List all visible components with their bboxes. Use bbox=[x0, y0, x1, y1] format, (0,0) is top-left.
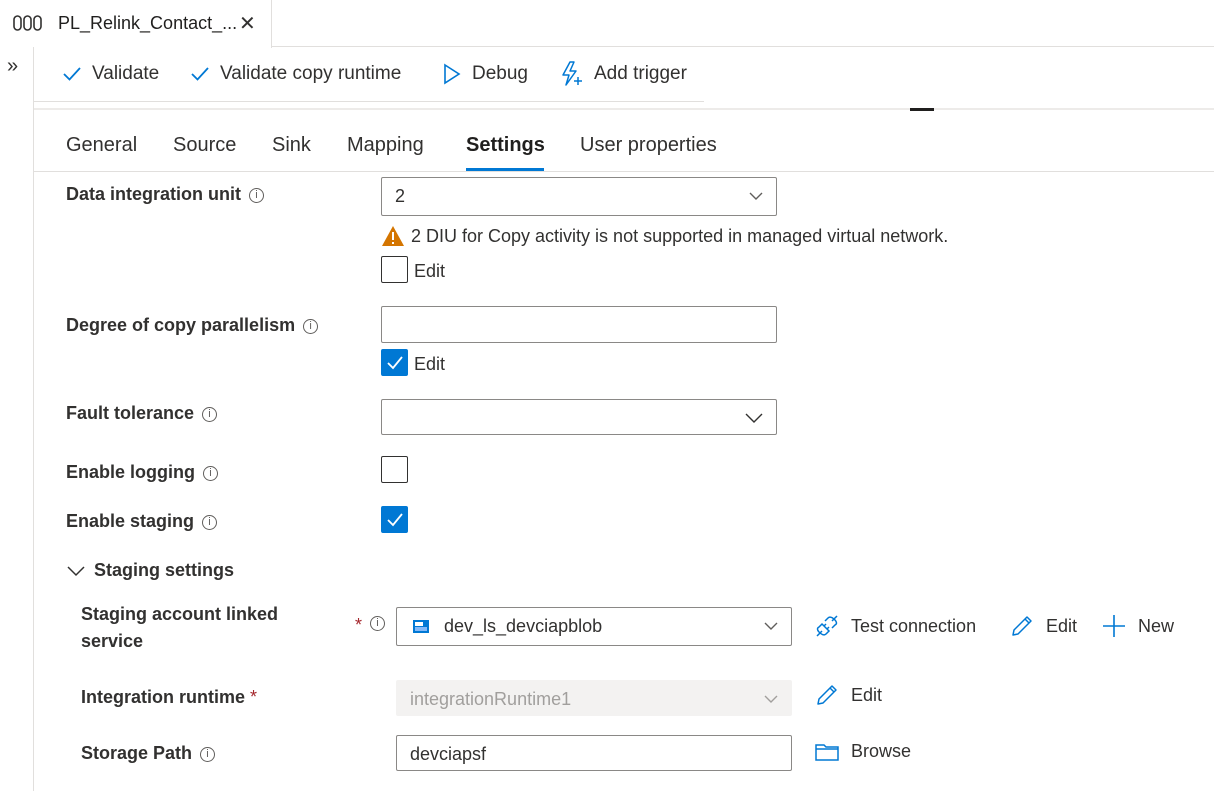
resize-handle[interactable] bbox=[910, 108, 934, 111]
chevron-down-icon bbox=[745, 413, 763, 423]
validate-copy-runtime-button[interactable]: Validate copy runtime bbox=[190, 59, 401, 89]
integration-runtime-value: integrationRuntime1 bbox=[410, 689, 572, 709]
check-icon bbox=[63, 67, 81, 81]
info-icon[interactable]: i bbox=[202, 407, 218, 422]
expand-icon[interactable]: » bbox=[7, 55, 18, 78]
required-marker: * bbox=[355, 615, 363, 635]
integration-runtime-label: Integration runtime * bbox=[81, 687, 258, 707]
diu-label: Data integration unit i bbox=[66, 184, 264, 205]
info-icon[interactable]: i bbox=[303, 319, 319, 334]
validate-button[interactable]: Validate bbox=[62, 59, 159, 89]
plug-icon bbox=[816, 615, 838, 637]
chevron-down-icon bbox=[764, 622, 778, 630]
tab-settings[interactable]: Settings bbox=[466, 134, 545, 157]
linked-service-new-button[interactable]: New bbox=[1102, 614, 1174, 638]
check-icon bbox=[191, 67, 209, 81]
document-tab-bar: PL_Relink_Contact_... ✕ bbox=[0, 0, 1214, 48]
trigger-icon bbox=[562, 61, 582, 86]
staging-settings-toggle[interactable]: Staging settings bbox=[66, 560, 234, 581]
required-marker: * bbox=[250, 687, 258, 707]
add-trigger-button[interactable]: Add trigger bbox=[560, 59, 687, 89]
info-icon[interactable]: i bbox=[203, 466, 218, 481]
diu-select[interactable]: 2 bbox=[381, 177, 777, 216]
tab-sink[interactable]: Sink bbox=[272, 134, 311, 157]
linked-service-value: dev_ls_devciapblob bbox=[444, 616, 603, 636]
integration-runtime-edit-button[interactable]: Edit bbox=[815, 683, 882, 707]
linked-service-edit-button[interactable]: Edit bbox=[1010, 614, 1077, 638]
fault-tolerance-select[interactable] bbox=[381, 399, 777, 435]
staging-settings-header: Staging settings bbox=[94, 560, 235, 580]
diu-edit-checkbox[interactable] bbox=[381, 256, 408, 283]
info-icon[interactable]: i bbox=[200, 747, 216, 762]
add-trigger-label: Add trigger bbox=[594, 63, 687, 84]
fault-tolerance-label: Fault tolerance i bbox=[66, 403, 218, 424]
linked-service-select[interactable]: dev_ls_devciapblob bbox=[396, 607, 792, 646]
blob-storage-icon bbox=[413, 620, 429, 633]
chevron-down-icon bbox=[67, 565, 85, 576]
validate-label: Validate bbox=[92, 63, 160, 84]
plus-icon bbox=[1103, 615, 1125, 637]
left-rail: » bbox=[0, 47, 34, 791]
integration-runtime-select: integrationRuntime1 bbox=[396, 680, 792, 716]
tab-mapping[interactable]: Mapping bbox=[347, 134, 424, 157]
pipeline-icon bbox=[12, 13, 44, 38]
storage-path-input[interactable]: devciapsf bbox=[396, 735, 792, 771]
divider bbox=[34, 108, 1214, 110]
info-icon[interactable]: i bbox=[202, 515, 218, 530]
pencil-icon bbox=[817, 685, 837, 705]
chevron-down-icon bbox=[764, 695, 778, 703]
browse-button[interactable]: Browse bbox=[815, 741, 911, 762]
info-icon[interactable]: i bbox=[249, 188, 264, 203]
activity-section-tabs: General Source Sink Mapping Settings Use… bbox=[34, 120, 1214, 172]
validate-copy-runtime-label: Validate copy runtime bbox=[220, 63, 402, 84]
parallelism-label: Degree of copy parallelism i bbox=[66, 315, 319, 336]
enable-logging-checkbox[interactable] bbox=[381, 456, 408, 483]
active-tab-indicator bbox=[466, 168, 544, 171]
new-label: New bbox=[1138, 615, 1175, 636]
tab-user-properties[interactable]: User properties bbox=[580, 134, 717, 157]
debug-button[interactable]: Debug bbox=[442, 59, 528, 89]
parallelism-input[interactable] bbox=[381, 306, 777, 343]
staging-linked-service-label: Staging account linked service bbox=[81, 601, 278, 655]
enable-logging-label: Enable logging i bbox=[66, 462, 218, 483]
browse-label: Browse bbox=[851, 741, 912, 761]
check-icon bbox=[387, 356, 403, 370]
enable-staging-label: Enable staging i bbox=[66, 511, 218, 532]
label-line-1: Staging account linked bbox=[81, 604, 279, 624]
diu-edit-label: Edit bbox=[414, 261, 446, 281]
debug-label: Debug bbox=[472, 63, 528, 84]
parallelism-edit-label: Edit bbox=[414, 354, 446, 374]
pencil-icon bbox=[1012, 616, 1032, 636]
chevron-down-icon bbox=[749, 192, 763, 200]
edit-label: Edit bbox=[1046, 615, 1078, 636]
diu-warning-text: 2 DIU for Copy activity is not supported… bbox=[411, 225, 949, 246]
tab-general[interactable]: General bbox=[66, 134, 137, 157]
pipeline-toolbar: Validate Validate copy runtime Debug Add… bbox=[34, 47, 704, 102]
folder-icon bbox=[815, 743, 839, 761]
close-icon[interactable]: ✕ bbox=[239, 11, 256, 36]
enable-staging-checkbox[interactable] bbox=[381, 506, 408, 533]
parallelism-edit-checkbox[interactable] bbox=[381, 349, 408, 376]
info-icon[interactable]: i bbox=[370, 616, 385, 631]
warning-icon bbox=[382, 226, 404, 246]
diu-warning: 2 DIU for Copy activity is not supported… bbox=[381, 225, 948, 247]
storage-path-value: devciapsf bbox=[410, 744, 487, 764]
storage-path-label: Storage Path i bbox=[81, 743, 216, 764]
tab-source[interactable]: Source bbox=[173, 134, 236, 157]
edit-label: Edit bbox=[851, 684, 883, 705]
check-icon bbox=[387, 513, 403, 527]
diu-value: 2 bbox=[395, 186, 406, 206]
label-line-2: service bbox=[81, 631, 144, 651]
test-connection-button[interactable]: Test connection bbox=[815, 614, 976, 638]
play-icon bbox=[444, 63, 461, 85]
pipeline-tab[interactable]: PL_Relink_Contact_... ✕ bbox=[0, 0, 272, 48]
pipeline-tab-title: PL_Relink_Contact_... bbox=[58, 13, 238, 33]
test-connection-label: Test connection bbox=[851, 615, 977, 636]
